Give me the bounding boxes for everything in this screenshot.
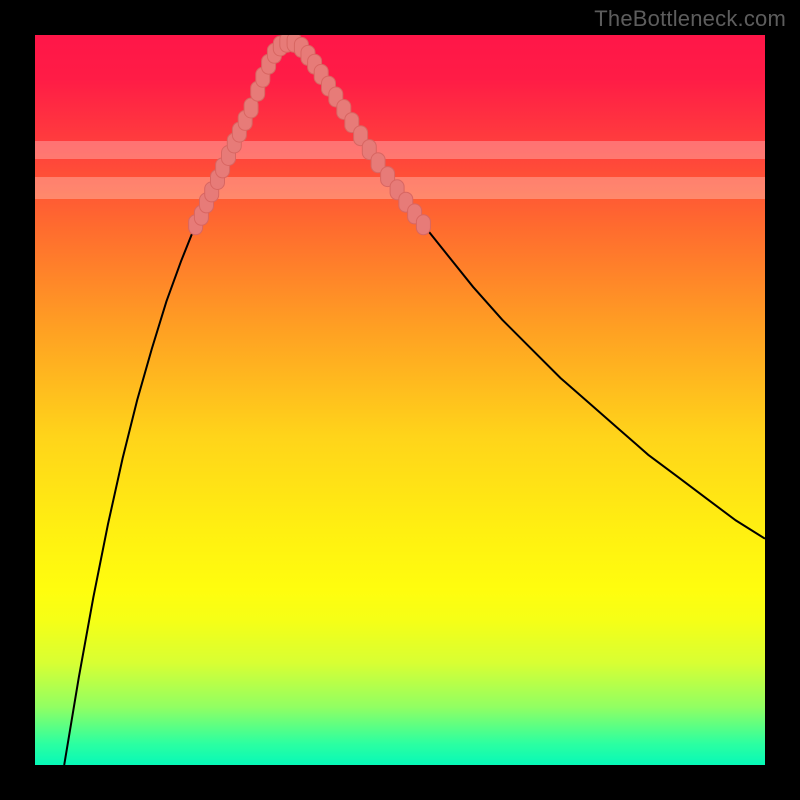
chart-plot-area (35, 35, 765, 765)
watermark-text: TheBottleneck.com (594, 6, 786, 32)
curve-marker (416, 215, 430, 235)
curve-markers-group (189, 35, 431, 235)
chart-svg (35, 35, 765, 765)
chart-stage: TheBottleneck.com (0, 0, 800, 800)
bottleneck-curve (64, 42, 765, 765)
